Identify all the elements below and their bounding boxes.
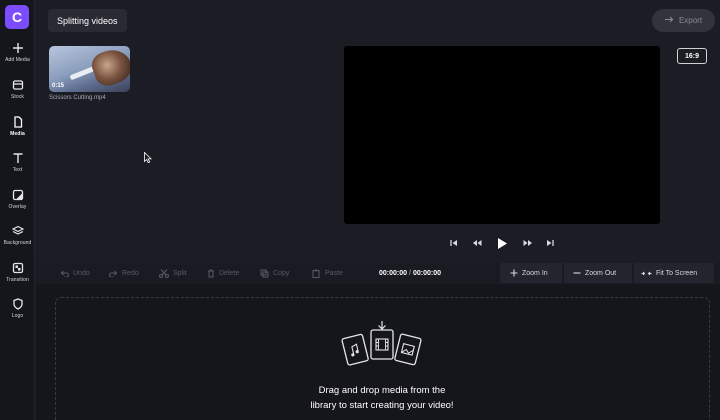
overlay-icon <box>11 188 25 202</box>
fit-arrows-icon <box>641 271 652 275</box>
drop-zone-line-2: library to start creating your video! <box>310 400 454 411</box>
zoom-in-button[interactable]: Zoom In <box>510 263 548 283</box>
undo-label: Undo <box>73 269 90 277</box>
paste-label: Paste <box>325 269 343 277</box>
export-button[interactable]: Export <box>652 9 715 32</box>
zoom-out-label: Zoom Out <box>585 269 617 277</box>
skip-start-button[interactable] <box>449 235 459 251</box>
current-time: 00:00:00 <box>379 269 408 277</box>
fit-to-screen-label: Fit To Screen <box>656 269 698 277</box>
redo-label: Redo <box>122 269 139 277</box>
sidebar-item-label: Add Media <box>5 57 30 63</box>
media-thumbnail[interactable]: 0:15 <box>49 46 130 92</box>
time-separator: / <box>409 269 411 277</box>
total-time: 00:00:00 <box>412 269 442 277</box>
play-button[interactable] <box>495 235 509 251</box>
sidebar-item-label: Media <box>10 131 25 137</box>
copy-button[interactable]: Copy <box>260 263 289 283</box>
trash-icon <box>208 269 214 277</box>
sidebar-item-text[interactable]: Text <box>0 151 35 181</box>
minus-icon <box>573 272 581 274</box>
redo-button[interactable]: Redo <box>109 263 139 283</box>
stock-icon <box>11 78 25 92</box>
sidebar-item-transition[interactable]: Transition <box>0 261 35 291</box>
layers-icon <box>11 224 25 238</box>
rewind-icon <box>473 240 482 246</box>
fast-forward-button[interactable] <box>522 235 534 251</box>
sidebar-item-stock[interactable]: Stock <box>0 78 35 108</box>
sidebar-item-label: Transition <box>6 277 29 283</box>
paste-icon <box>312 269 320 278</box>
media-filename: Scissors Cutting.mp4 <box>49 95 106 101</box>
sidebar-item-overlay[interactable]: Overlay <box>0 188 35 218</box>
sidebar-item-add-media[interactable]: Add Media <box>0 41 35 71</box>
video-editor: C Add Media Stock Media Text Overlay Bac… <box>0 0 720 420</box>
arrow-right-icon <box>664 16 674 25</box>
fit-to-screen-button[interactable]: Fit To Screen <box>641 263 697 283</box>
left-sidebar: C Add Media Stock Media Text Overlay Bac… <box>0 0 35 420</box>
skip-end-icon <box>547 240 554 246</box>
sidebar-item-label: Background <box>3 240 32 246</box>
shield-icon <box>11 297 25 311</box>
transition-icon <box>11 261 25 275</box>
sidebar-item-label: Overlay <box>8 204 27 210</box>
redo-icon <box>109 270 118 277</box>
copy-label: Copy <box>273 269 290 277</box>
plus-icon <box>11 41 25 55</box>
zoom-in-label: Zoom In <box>522 269 548 277</box>
sidebar-item-label: Stock <box>10 94 24 100</box>
split-label: Split <box>173 269 187 277</box>
text-icon <box>11 151 25 165</box>
drag-drop-media-icon <box>341 321 422 366</box>
delete-button[interactable]: Delete <box>207 263 239 283</box>
mouse-cursor-icon <box>144 152 152 163</box>
app-logo[interactable]: C <box>5 5 29 29</box>
sidebar-item-media[interactable]: Media <box>0 115 35 145</box>
copy-icon <box>260 269 269 277</box>
export-label: Export <box>678 16 703 25</box>
undo-icon <box>60 270 69 277</box>
skip-end-button[interactable] <box>545 235 555 251</box>
timecode: 00:00:00 / 00:00:00 <box>379 263 441 283</box>
undo-button[interactable]: Undo <box>60 263 90 283</box>
project-title-field[interactable]: Splitting videos <box>48 9 127 32</box>
sidebar-item-logo[interactable]: Logo <box>0 297 35 327</box>
file-icon <box>11 115 25 129</box>
thumbnail-image-part <box>88 46 130 90</box>
aspect-ratio-button[interactable]: 16:9 <box>677 48 707 64</box>
video-preview[interactable] <box>344 46 660 224</box>
zoom-out-button[interactable]: Zoom Out <box>573 263 616 283</box>
rewind-button[interactable] <box>471 235 483 251</box>
paste-button[interactable]: Paste <box>312 263 343 283</box>
sidebar-item-background[interactable]: Background <box>0 224 35 254</box>
media-duration: 0:15 <box>52 83 65 89</box>
scissors-icon <box>159 268 169 278</box>
drop-zone-message: Drag and drop media from the library to … <box>280 383 484 413</box>
play-icon <box>497 237 507 249</box>
fast-forward-icon <box>523 240 532 246</box>
sidebar-item-label: Text <box>12 167 23 173</box>
delete-label: Delete <box>219 269 240 277</box>
sidebar-item-label: Logo <box>11 313 24 319</box>
split-button[interactable]: Split <box>159 263 187 283</box>
skip-start-icon <box>450 240 457 246</box>
plus-icon <box>510 269 518 277</box>
drop-zone-line-1: Drag and drop media from the <box>318 385 446 396</box>
